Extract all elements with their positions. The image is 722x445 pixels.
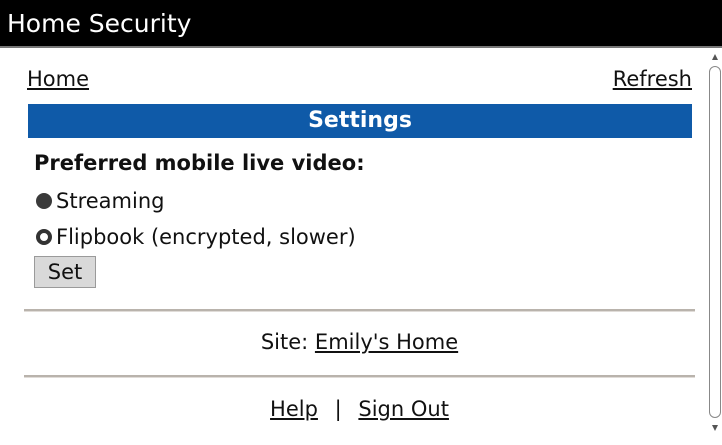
site-info: Site: Emily's Home [24, 330, 695, 354]
settings-header: Settings [28, 104, 692, 138]
site-prefix: Site: [260, 330, 309, 354]
set-button[interactable]: Set [34, 256, 96, 288]
radio-label-streaming: Streaming [56, 189, 165, 213]
scrollbar-thumb[interactable] [709, 66, 721, 418]
radio-label-flipbook: Flipbook (encrypted, slower) [56, 225, 356, 249]
vertical-scrollbar[interactable] [708, 50, 722, 445]
main-content: Home Refresh Settings Preferred mobile l… [0, 50, 706, 445]
footer-separator: | [334, 397, 342, 421]
home-link[interactable]: Home [27, 67, 89, 91]
app-title-bar: Home Security [0, 0, 722, 48]
scroll-down-arrow-icon[interactable] [712, 425, 718, 431]
scroll-up-arrow-icon[interactable] [712, 54, 718, 60]
radio-filled-icon[interactable] [36, 193, 52, 209]
top-nav: Home Refresh [27, 67, 692, 95]
radio-empty-icon[interactable] [36, 229, 52, 245]
site-name-link[interactable]: Emily's Home [315, 330, 458, 354]
app-title: Home Security [7, 9, 192, 38]
footer-links: Help | Sign Out [24, 397, 695, 421]
refresh-link[interactable]: Refresh [613, 67, 692, 91]
help-link[interactable]: Help [270, 397, 318, 421]
divider [24, 309, 695, 312]
radio-option-streaming[interactable]: Streaming [36, 187, 164, 215]
radio-option-flipbook[interactable]: Flipbook (encrypted, slower) [36, 223, 356, 251]
divider [24, 375, 695, 378]
video-preference-label: Preferred mobile live video: [34, 151, 365, 175]
sign-out-link[interactable]: Sign Out [358, 397, 449, 421]
